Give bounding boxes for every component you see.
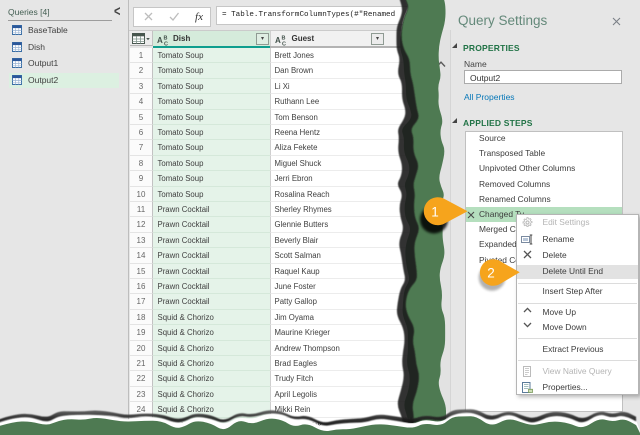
svg-text:A: A [275, 36, 281, 45]
svg-text:A: A [157, 36, 163, 45]
